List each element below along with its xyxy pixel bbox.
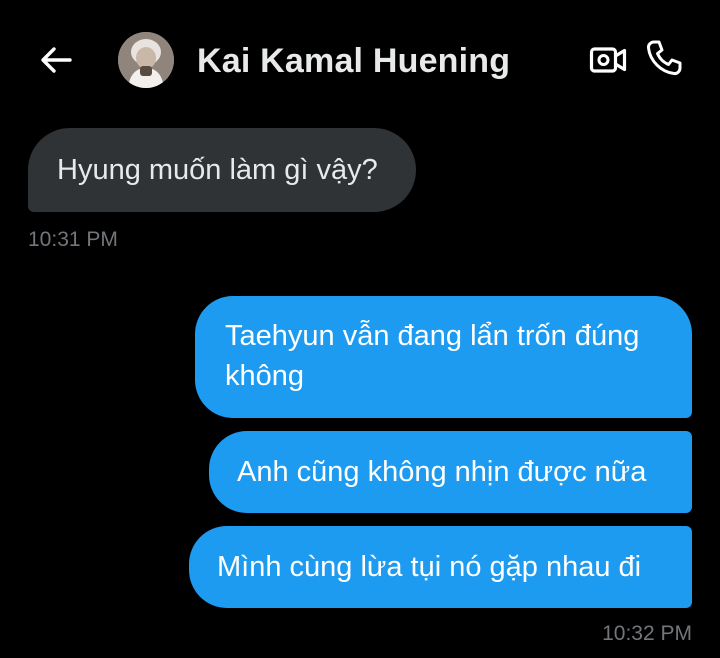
outgoing-message-bubble[interactable]: Taehyun vẫn đang lẩn trốn đúng không [195, 296, 692, 418]
phone-icon [646, 40, 682, 76]
contact-name[interactable]: Kai Kamal Huening [197, 42, 510, 81]
video-call-button[interactable] [588, 40, 628, 80]
incoming-timestamp: 10:31 PM [28, 228, 118, 251]
chat-header: Kai Kamal Huening [0, 0, 720, 122]
video-camera-icon [589, 47, 627, 73]
incoming-message-bubble[interactable]: Hyung muốn làm gì vậy? [28, 128, 416, 212]
avatar[interactable] [118, 32, 174, 88]
outgoing-message-bubble[interactable]: Anh cũng không nhịn được nữa [209, 431, 692, 513]
message-text: Anh cũng không nhịn được nữa [237, 456, 647, 488]
outgoing-message-bubble[interactable]: Mình cùng lừa tụi nó gặp nhau đi [189, 526, 692, 608]
avatar-image [118, 32, 174, 88]
message-text: Mình cùng lừa tụi nó gặp nhau đi [217, 551, 642, 583]
arrow-left-icon [41, 47, 72, 73]
voice-call-button[interactable] [644, 38, 684, 78]
message-text: Taehyun vẫn đang lẩn trốn đúng không [225, 320, 640, 392]
outgoing-timestamp: 10:32 PM [602, 622, 692, 645]
back-button[interactable] [36, 40, 76, 80]
message-text: Hyung muốn làm gì vậy? [57, 154, 378, 186]
